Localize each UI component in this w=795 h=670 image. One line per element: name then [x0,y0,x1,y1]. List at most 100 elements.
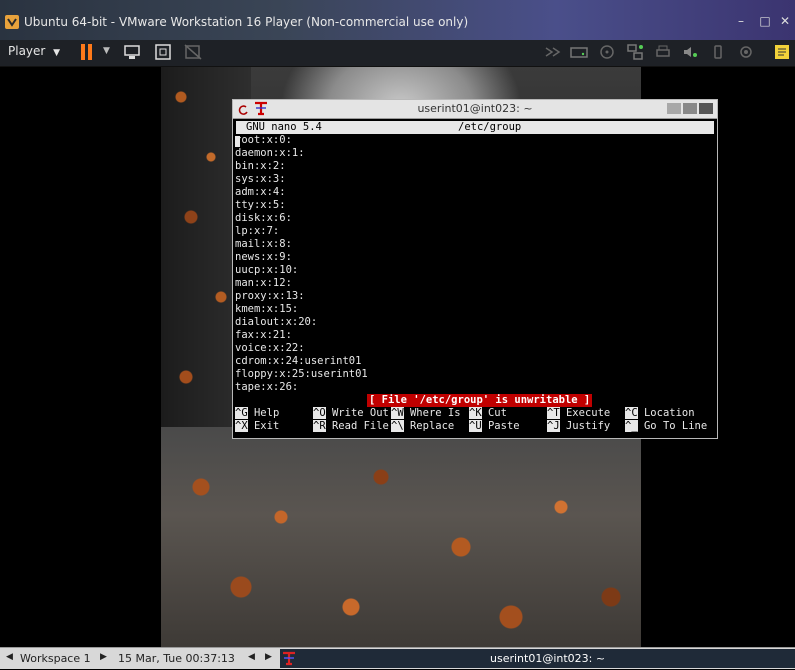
shortcut-label: Replace [409,420,455,432]
file-line: disk:x:6: [235,212,292,224]
hard-disk-icon[interactable] [569,43,589,61]
chevron-down-icon: ▼ [53,48,61,58]
shortcut-key: ^G [235,407,248,419]
shortcut-label: Go To Line [643,420,708,432]
taskbar-item-terminal[interactable]: userint01@int023: ~ [280,649,795,668]
terminal-close-button[interactable] [699,103,713,114]
file-line: mail:x:8: [235,238,292,250]
vmware-app-icon [4,14,20,30]
shortcut-write-out[interactable]: ^O Write Out [313,407,389,420]
player-menu-button[interactable]: Player ▼ [8,44,60,58]
window-titlebar: Ubuntu 64-bit - VMware Workstation 16 Pl… [0,0,795,40]
shortcut-key: ^R [313,420,326,432]
close-button[interactable]: ✕ [777,13,793,29]
shortcut-key: ^K [469,407,482,419]
shortcut-key: ^T [547,407,560,419]
file-line: adm:x:4: [235,186,286,198]
notes-icon[interactable] [772,43,792,61]
nano-editor[interactable]: GNU nano 5.4 /etc/group root:x:0: daemon… [233,119,717,438]
minimize-button[interactable]: – [733,13,749,29]
shortcut-execute[interactable]: ^T Execute [547,407,610,420]
file-line: lp:x:7: [235,225,280,237]
shortcut-cut[interactable]: ^K Cut [469,407,507,420]
window-title: Ubuntu 64-bit - VMware Workstation 16 Pl… [24,15,469,29]
terminal-titlebar[interactable]: userint01@int023: ~ [233,100,717,119]
shortcut-label: Where Is [409,407,461,419]
file-line: fax:x:21: [235,329,292,341]
shortcut-label: Write Out [331,407,389,419]
file-content[interactable]: root:x:0: daemon:x:1: bin:x:2: sys:x:3: … [235,134,368,394]
workspace-label[interactable]: Workspace 1 [20,652,91,665]
printer-icon[interactable] [653,43,673,61]
sound-icon[interactable] [680,43,700,61]
network-icon[interactable] [625,43,645,61]
shortcut-label: Execute [565,407,611,419]
clock[interactable]: 15 Mar, Tue 00:37:13 [118,652,235,665]
shortcut-key: ^W [391,407,404,419]
maximize-button[interactable]: □ [757,13,773,29]
shortcut-label: Cut [487,407,507,419]
file-line: uucp:x:10: [235,264,299,276]
shortcut-key: ^O [313,407,326,419]
terminal-window[interactable]: userint01@int023: ~ GNU nano 5.4 /etc/gr… [232,99,718,439]
shortcut-key: ^\ [391,420,404,432]
task-next-arrow-icon[interactable]: ▶ [265,652,272,662]
terminal-minimize-button[interactable] [667,103,681,114]
terminal-maximize-button[interactable] [683,103,697,114]
shortcut-where-is[interactable]: ^W Where Is [391,407,461,420]
text-cursor [235,136,240,147]
send-ctrl-alt-del-icon[interactable] [122,43,142,61]
nano-header: GNU nano 5.4 /etc/group [236,121,714,134]
file-line: daemon:x:1: [235,147,305,159]
file-line: proxy:x:13: [235,290,305,302]
terminal-app-icon [282,651,296,666]
file-line: tty:x:5: [235,199,286,211]
shortcut-label: Help [253,407,280,419]
nano-version: GNU nano 5.4 [246,121,322,133]
usb-icon[interactable] [708,43,728,61]
fit-guest-icon[interactable] [153,43,173,61]
workspace-prev-arrow-icon[interactable]: ◀ [6,652,13,662]
shortcut-key: ^C [625,407,638,419]
shortcut-help[interactable]: ^G Help [235,407,279,420]
pause-dropdown-chevron-icon[interactable]: ▼ [103,46,110,56]
terminal-title: userint01@int023: ~ [417,102,533,115]
shortcut-label: Justify [565,420,611,432]
shortcut-key: ^X [235,420,248,432]
file-line: news:x:9: [235,251,292,263]
pause-icon[interactable] [80,44,94,60]
bottom-panel: ◀ Workspace 1 ▶ 15 Mar, Tue 00:37:13 ◀ ▶… [0,647,795,669]
shortcut-key: ^J [547,420,560,432]
file-line: sys:x:3: [235,173,286,185]
shortcut-label: Paste [487,420,520,432]
file-line: dialout:x:20: [235,316,318,328]
cd-icon[interactable] [597,43,617,61]
forward-icon[interactable] [543,43,563,61]
task-prev-arrow-icon[interactable]: ◀ [248,652,255,662]
shortcut-paste[interactable]: ^U Paste [469,420,520,433]
file-line: tape:x:26: [235,381,299,393]
nano-filename: /etc/group [458,121,522,133]
shortcut-read-file[interactable]: ^R Read File [313,420,389,433]
file-line: bin:x:2: [235,160,286,172]
file-line: kmem:x:15: [235,303,299,315]
shortcut-key: ^U [469,420,482,432]
unity-icon[interactable] [183,43,203,61]
shortcut-justify[interactable]: ^J Justify [547,420,610,433]
shortcut-label: Location [643,407,695,419]
nano-status-message: [ File '/etc/group' is unwritable ] [367,394,593,407]
shortcut-exit[interactable]: ^X Exit [235,420,279,433]
camera-icon[interactable] [736,43,756,61]
workspace-next-arrow-icon[interactable]: ▶ [100,652,107,662]
shortcut-key: ^_ [625,420,638,432]
shortcut-location[interactable]: ^C Location [625,407,695,420]
file-line: root:x:0: [235,134,292,146]
shortcut-go-to-line[interactable]: ^_ Go To Line [625,420,707,433]
player-menu-label: Player [8,44,46,58]
taskbar-item-label: userint01@int023: ~ [490,652,606,665]
shortcut-label: Read File [331,420,389,432]
file-line: floppy:x:25:userint01 [235,368,368,380]
shortcut-replace[interactable]: ^\ Replace [391,420,454,433]
file-line: voice:x:22: [235,342,305,354]
shortcut-label: Exit [253,420,280,432]
